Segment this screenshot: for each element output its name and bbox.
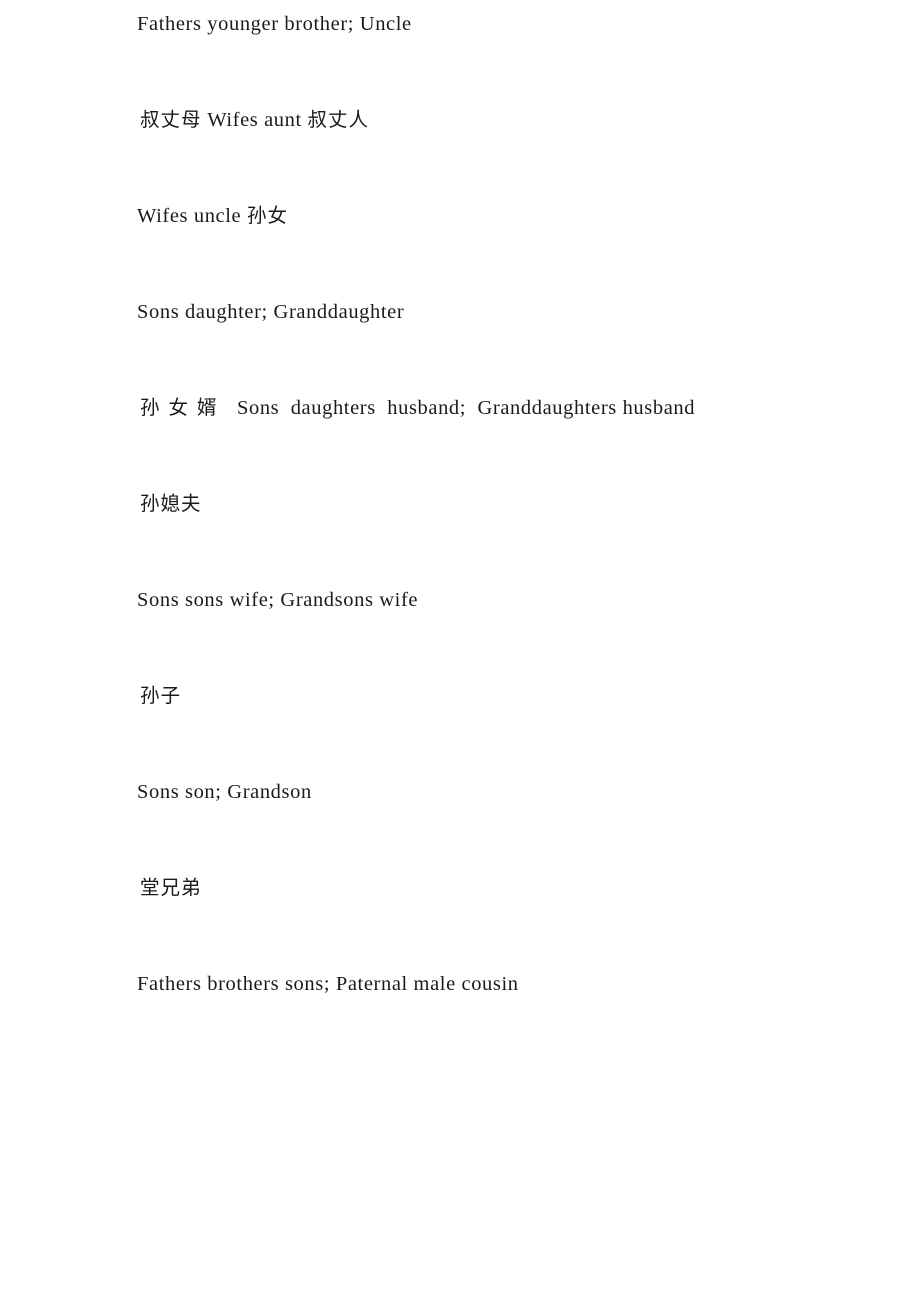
paragraph-grandson-cjk: 孙子 [140, 684, 182, 707]
paragraph-paternal-cousin-cjk: 堂兄弟 [140, 876, 202, 899]
paragraph-fathers-younger-brother: Fathers younger brother; Uncle [137, 13, 412, 35]
paragraph-wifes-aunt: 叔丈母 Wifes aunt 叔丈人 [140, 108, 370, 131]
document-page: Fathers younger brother; Uncle 叔丈母 Wifes… [0, 0, 920, 1302]
paragraph-sons-daughter: Sons daughter; Granddaughter [137, 301, 405, 323]
paragraph-grandsons-wife-cjk: 孙媳夫 [140, 492, 202, 515]
paragraph-sons-son: Sons son; Grandson [137, 781, 312, 803]
document-text-body: Fathers younger brother; Uncle 叔丈母 Wifes… [137, 0, 783, 1008]
paragraph-fathers-brothers-sons: Fathers brothers sons; Paternal male cou… [137, 973, 519, 995]
paragraph-sons-daughters-husband: 孙女婿 Sons daughters husband; Granddaughte… [140, 396, 696, 419]
paragraph-wifes-uncle: Wifes uncle 孙女 [137, 204, 288, 227]
paragraph-sons-sons-wife: Sons sons wife; Grandsons wife [137, 589, 419, 611]
